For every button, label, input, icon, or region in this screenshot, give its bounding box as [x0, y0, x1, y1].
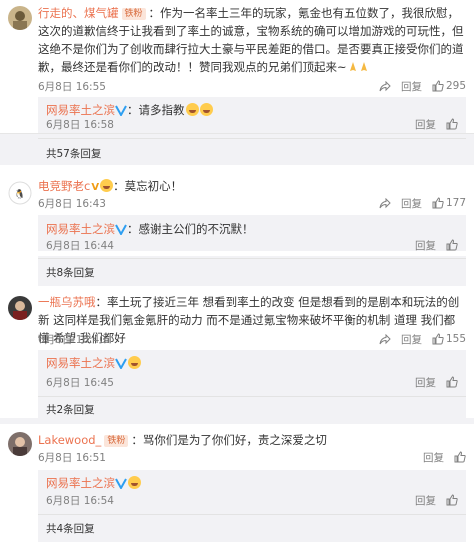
divider: [38, 138, 466, 139]
reply-button[interactable]: 回复: [415, 238, 436, 253]
avatar[interactable]: 🐧: [8, 181, 32, 205]
reply-time: 6月8日 16:44: [46, 239, 114, 252]
reply-button[interactable]: 回复: [401, 196, 422, 211]
verified-v-icon: [115, 224, 127, 235]
thumbs-up-icon: [454, 451, 466, 463]
thumbs-up-icon: [446, 376, 458, 388]
divider: [38, 258, 466, 259]
share-icon[interactable]: [379, 333, 391, 345]
thumbs-up-icon: [446, 118, 458, 130]
comment-meta: 6月8日 16:40 回复 155: [38, 331, 466, 347]
verified-v-icon: [115, 105, 127, 116]
reply-username[interactable]: 网易率土之滨: [46, 356, 115, 370]
laugh-cry-emoji-icon: [128, 356, 141, 369]
comment-meta: 6月8日 16:43 回复 177: [38, 195, 466, 211]
thumbs-up-icon: [446, 239, 458, 251]
like-button[interactable]: [446, 494, 458, 506]
comment-text: 电竞野老cV ：莫忘初心！: [38, 177, 466, 197]
like-button[interactable]: 155: [432, 333, 466, 345]
thumbs-up-icon: [446, 494, 458, 506]
avatar[interactable]: [8, 6, 32, 30]
reply-button[interactable]: 回复: [415, 375, 436, 390]
reply-username[interactable]: 网易率土之滨: [46, 222, 115, 236]
reply-time: 6月8日 16:58: [46, 118, 114, 131]
fan-badge: 铁粉: [104, 435, 129, 447]
reply-text: 网易率土之滨 ：感谢主公们的不沉默！: [46, 220, 458, 238]
reply-button[interactable]: 回复: [401, 79, 422, 94]
like-button[interactable]: [454, 451, 466, 463]
fan-badge: 铁粉: [121, 8, 146, 20]
like-count: 177: [445, 197, 466, 209]
svg-text:🐧: 🐧: [14, 188, 25, 200]
verified-v-icon: [115, 358, 127, 369]
comment-username[interactable]: 电竞野老c: [38, 179, 90, 193]
comment-meta: 6月8日 16:51 回复: [38, 449, 466, 465]
like-button[interactable]: 295: [432, 80, 466, 92]
comment-time: 6月8日 16:43: [38, 197, 106, 210]
like-count: 295: [445, 80, 466, 92]
more-replies-bar: 共4条回复: [38, 512, 466, 542]
more-replies-link[interactable]: 共8条回复: [46, 265, 95, 280]
reply-text: 网易率土之滨: [46, 354, 458, 372]
reply-button[interactable]: 回复: [415, 493, 436, 508]
comment-time: 6月8日 16:55: [38, 80, 106, 93]
more-replies-bar: 共8条回复: [38, 256, 466, 286]
more-replies-bar: 共57条回复: [38, 134, 466, 164]
smile-emoji-icon: [100, 179, 114, 192]
laugh-cry-emoji-icon: [128, 476, 141, 489]
comment-text: Lakewood_ 铁粉 ：骂你们是为了你们好，责之深爱之切: [38, 431, 466, 449]
pray-emoji-icon: [348, 60, 358, 72]
divider: [38, 396, 466, 397]
more-replies-bar: 共2条回复: [38, 394, 466, 420]
comment-content: ：骂你们是为了你们好，责之深爱之切: [131, 433, 327, 447]
reply-content: ：请多指教: [127, 103, 185, 117]
more-replies-link[interactable]: 共57条回复: [46, 146, 101, 161]
like-button[interactable]: 177: [432, 197, 466, 209]
laugh-cry-emoji-icon: [185, 103, 199, 116]
reply-meta: 6月8日 16:58 回复: [46, 116, 458, 132]
more-replies-link[interactable]: 共4条回复: [46, 521, 95, 536]
reply-username[interactable]: 网易率土之滨: [46, 476, 115, 490]
comment-content: ：莫忘初心！: [113, 179, 183, 193]
comment-time: 6月8日 16:51: [38, 451, 106, 464]
more-replies-link[interactable]: 共2条回复: [46, 402, 95, 417]
reply-meta: 6月8日 16:44 回复: [46, 237, 458, 253]
verified-v-icon: V: [91, 182, 100, 193]
verified-v-icon: [115, 478, 127, 489]
reply-time: 6月8日 16:45: [46, 376, 114, 389]
comment-username[interactable]: 一瓶乌苏哦: [38, 295, 96, 309]
like-button[interactable]: [446, 239, 458, 251]
comment-text: 行走的、煤气罐 铁粉 ：作为一名率土三年的玩家，氪金也有五位数了，我很欣慰，这次的道…: [38, 4, 466, 76]
thumbs-up-icon: [432, 197, 444, 209]
reply-button[interactable]: 回复: [415, 117, 436, 132]
reply-button[interactable]: 回复: [401, 332, 422, 347]
reply-username[interactable]: 网易率土之滨: [46, 103, 115, 117]
reply-time: 6月8日 16:54: [46, 494, 114, 507]
like-button[interactable]: [446, 118, 458, 130]
comment-meta: 6月8日 16:55 回复 295: [38, 78, 466, 94]
pray-emoji-icon: [359, 60, 369, 72]
reply-text: 网易率土之滨: [46, 474, 458, 492]
thumbs-up-icon: [432, 80, 444, 92]
reply-meta: 6月8日 16:45 回复: [46, 374, 458, 390]
avatar[interactable]: [8, 432, 32, 456]
comment-username[interactable]: 行走的、煤气罐: [38, 6, 119, 20]
thumbs-up-icon: [432, 333, 444, 345]
share-icon[interactable]: [379, 197, 391, 209]
like-count: 155: [445, 333, 466, 345]
laugh-cry-emoji-icon: [199, 103, 213, 116]
comment-username[interactable]: Lakewood_: [38, 433, 101, 447]
like-button[interactable]: [446, 376, 458, 388]
comment-card: 行走的、煤气罐 铁粉 ：作为一名率土三年的玩家，氪金也有五位数了，我很欣慰，这次的道…: [0, 0, 474, 134]
reply-content: ：感谢主公们的不沉默！: [127, 222, 254, 236]
share-icon[interactable]: [379, 80, 391, 92]
comment-time: 6月8日 16:40: [38, 333, 106, 346]
reply-button[interactable]: 回复: [423, 450, 444, 465]
divider: [38, 514, 466, 515]
avatar[interactable]: [8, 296, 32, 320]
reply-meta: 6月8日 16:54 回复: [46, 492, 458, 508]
